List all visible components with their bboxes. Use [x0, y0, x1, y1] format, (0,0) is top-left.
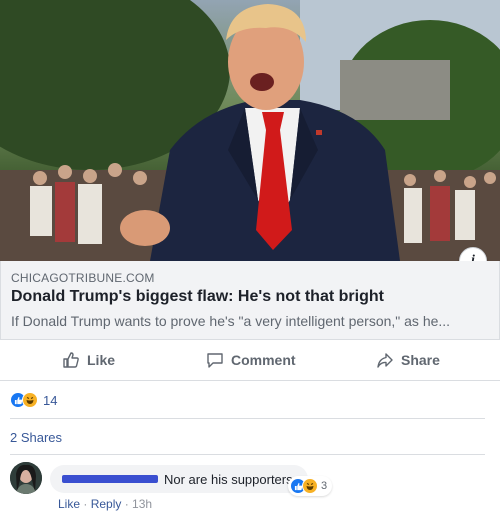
link-description: If Donald Trump wants to prove he's "a v…: [11, 313, 451, 329]
comment-reaction-count: 3: [321, 480, 328, 492]
link-caption[interactable]: CHICAGOTRIBUNE.COM Donald Trump's bigges…: [0, 261, 500, 340]
thumbs-up-icon: [63, 352, 79, 368]
comment-bubble: Nor are his supporters.: [50, 465, 309, 493]
facebook-post: i CHICAGOTRIBUNE.COM Donald Trump's bigg…: [0, 0, 500, 515]
comment-button[interactable]: Comment: [206, 340, 296, 380]
redacted-name[interactable]: [62, 475, 158, 483]
comment-label: Comment: [231, 352, 296, 368]
post-actions: Like Comment Share: [0, 340, 500, 381]
comment-actions: Like · Reply · 13h: [58, 497, 152, 511]
divider: [10, 454, 485, 455]
comment-timestamp[interactable]: 13h: [132, 497, 152, 511]
haha-reaction-icon: [302, 478, 318, 494]
reaction-count: 14: [43, 392, 58, 408]
comment-reactions[interactable]: 3: [288, 476, 333, 496]
commenter-avatar[interactable]: [10, 462, 42, 494]
link-preview-image[interactable]: [0, 0, 500, 261]
haha-reaction-icon: [22, 392, 38, 408]
separator: ·: [80, 497, 91, 511]
shares-link[interactable]: 2 Shares: [10, 430, 62, 445]
comment-like-link[interactable]: Like: [58, 497, 80, 511]
comment-text: Nor are his supporters.: [164, 471, 297, 487]
link-domain: CHICAGOTRIBUNE.COM: [11, 271, 155, 285]
separator: ·: [121, 497, 133, 511]
share-button[interactable]: Share: [376, 340, 440, 380]
comment-reply-link[interactable]: Reply: [91, 497, 122, 511]
photo-illustration: [0, 0, 500, 261]
share-label: Share: [401, 352, 440, 368]
comment-icon: [207, 353, 223, 368]
like-label: Like: [87, 352, 116, 368]
link-headline[interactable]: Donald Trump's biggest flaw: He's not th…: [11, 288, 384, 306]
like-button[interactable]: Like: [62, 340, 115, 380]
avatar-image: [10, 462, 42, 494]
divider: [10, 418, 485, 419]
share-arrow-icon: [377, 353, 393, 368]
reactions-summary[interactable]: 14: [10, 390, 57, 410]
